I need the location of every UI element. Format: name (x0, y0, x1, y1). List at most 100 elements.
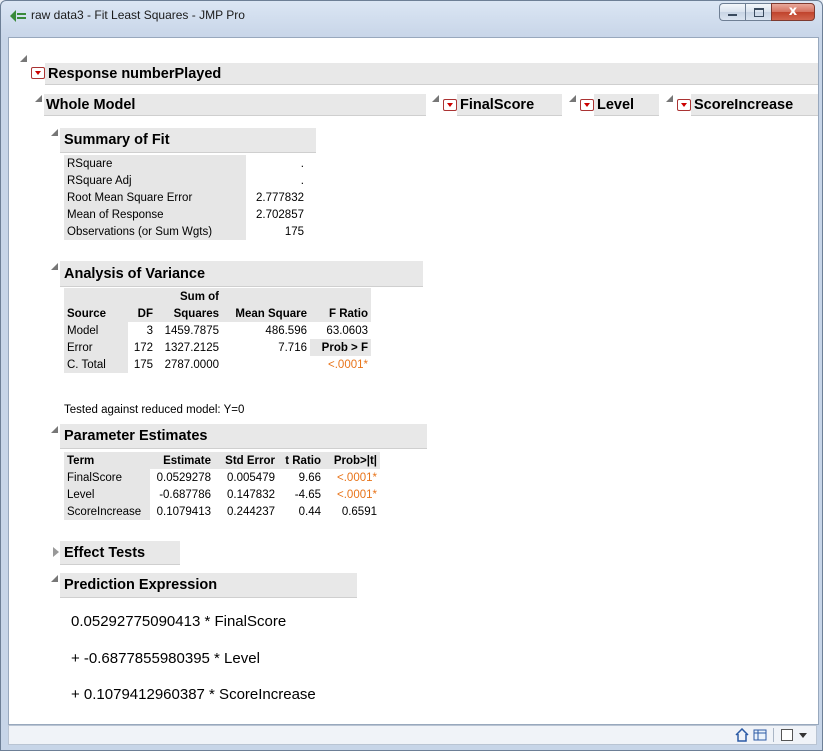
ms-cell: 486.596 (265, 324, 307, 337)
table-row: Error 172 1327.2125 7.716 Prob > F (64, 339, 371, 356)
column-header: Mean Square (235, 307, 307, 320)
close-button[interactable]: x (771, 3, 815, 21)
column-header: DF (137, 307, 153, 320)
row-label: RSquare Adj (64, 172, 246, 189)
term-cell: FinalScore (64, 469, 150, 486)
title-bar[interactable]: raw data3 - Fit Least Squares - JMP Pro … (1, 1, 822, 31)
ss-cell: 1327.2125 (164, 341, 219, 354)
row-label: Mean of Response (64, 206, 246, 223)
t-ratio-cell: -4.65 (294, 488, 321, 501)
scoreincrease-header[interactable]: ScoreIncrease (691, 94, 818, 116)
divider (773, 728, 774, 742)
row-value: 2.777832 (256, 191, 304, 204)
level-header[interactable]: Level (594, 94, 659, 116)
std-error-cell: 0.244237 (227, 505, 275, 518)
disclosure-closed-icon[interactable] (53, 547, 59, 557)
ss-cell: 1459.7875 (164, 324, 219, 337)
table-row: FinalScore 0.0529278 0.005479 9.66 <.000… (64, 469, 380, 486)
disclosure-open-icon[interactable] (51, 575, 58, 582)
table-row: Model 3 1459.7875 486.596 63.0603 (64, 322, 371, 339)
status-icons (735, 728, 808, 742)
response-header[interactable]: Response numberPlayed (45, 63, 818, 85)
prob-f-value: <.0001* (328, 358, 368, 371)
t-ratio-cell: 9.66 (298, 471, 321, 484)
prob-cell: <.0001* (337, 488, 377, 501)
ss-cell: 2787.0000 (164, 358, 219, 371)
minimize-button[interactable] (719, 3, 745, 21)
disclosure-open-icon[interactable] (51, 263, 58, 270)
disclosure-open-icon[interactable] (51, 426, 58, 433)
estimate-cell: -0.687786 (159, 488, 211, 501)
t-ratio-cell: 0.44 (298, 505, 321, 518)
disclosure-open-icon[interactable] (35, 95, 42, 102)
finalscore-title: FinalScore (460, 97, 535, 113)
row-label: Root Mean Square Error (64, 189, 246, 206)
red-triangle-menu-icon[interactable] (31, 67, 45, 79)
row-value: . (300, 174, 304, 187)
table-row: C. Total 175 2787.0000 <.0001* (64, 356, 371, 373)
estimate-cell: 0.1079413 (156, 505, 211, 518)
parameter-estimates-title: Parameter Estimates (64, 428, 208, 444)
red-triangle-menu-icon[interactable] (677, 99, 691, 111)
table-row: Mean of Response 2.702857 (64, 206, 307, 223)
effect-tests-header[interactable]: Effect Tests (60, 541, 180, 565)
column-header: Estimate (163, 454, 211, 467)
column-header: t Ratio (285, 454, 321, 467)
dropdown-arrow-icon[interactable] (798, 728, 808, 742)
scoreincrease-title: ScoreIncrease (694, 97, 794, 113)
estimate-cell: 0.0529278 (156, 471, 211, 484)
prob-f-header: Prob > F (310, 339, 371, 356)
finalscore-header[interactable]: FinalScore (457, 94, 562, 116)
ms-cell (222, 356, 310, 373)
table-row: Level -0.687786 0.147832 -4.65 <.0001* (64, 486, 380, 503)
red-triangle-menu-icon[interactable] (580, 99, 594, 111)
row-label: RSquare (64, 155, 246, 172)
disclosure-open-icon[interactable] (432, 95, 439, 102)
std-error-cell: 0.005479 (227, 471, 275, 484)
window-title: raw data3 - Fit Least Squares - JMP Pro (31, 8, 245, 22)
summary-of-fit-table: RSquare . RSquare Adj . Root Mean Square… (64, 155, 307, 240)
ms-cell: 7.716 (278, 341, 307, 354)
maximize-button[interactable] (745, 3, 771, 21)
whole-model-title: Whole Model (46, 97, 136, 113)
home-icon[interactable] (735, 728, 749, 742)
report-content: Response numberPlayed Whole Model FinalS… (8, 37, 819, 725)
column-header: Std Error (225, 454, 275, 467)
data-table-icon[interactable] (753, 728, 767, 742)
summary-of-fit-title: Summary of Fit (64, 132, 170, 148)
row-label: Observations (or Sum Wgts) (64, 223, 246, 240)
table-header-row: Term Estimate Std Error t Ratio Prob>|t| (64, 452, 380, 469)
response-title: Response numberPlayed (48, 66, 222, 82)
column-header: Squares (173, 307, 219, 320)
source-cell: C. Total (64, 356, 128, 373)
disclosure-open-icon[interactable] (20, 55, 27, 62)
anova-note: Tested against reduced model: Y=0 (64, 404, 245, 416)
status-bar (8, 725, 817, 745)
disclosure-open-icon[interactable] (569, 95, 576, 102)
prob-cell: <.0001* (337, 471, 377, 484)
table-row: Root Mean Square Error 2.777832 (64, 189, 307, 206)
disclosure-open-icon[interactable] (666, 95, 673, 102)
table-row: RSquare . (64, 155, 307, 172)
disclosure-open-icon[interactable] (51, 129, 58, 136)
checkbox-icon[interactable] (780, 728, 794, 742)
anova-header[interactable]: Analysis of Variance (60, 261, 423, 287)
app-window: raw data3 - Fit Least Squares - JMP Pro … (0, 0, 823, 751)
prediction-expression-header[interactable]: Prediction Expression (60, 573, 357, 598)
anova-title: Analysis of Variance (64, 266, 206, 282)
column-header: Prob>|t| (333, 454, 377, 467)
summary-of-fit-header[interactable]: Summary of Fit (60, 128, 316, 153)
whole-model-header[interactable]: Whole Model (44, 94, 426, 116)
row-value: 175 (284, 225, 304, 238)
column-header: F Ratio (329, 307, 368, 320)
table-row: RSquare Adj . (64, 172, 307, 189)
anova-table: Sum of Source DF Squares Mean Square F R… (64, 288, 371, 373)
source-cell: Model (64, 322, 128, 339)
source-cell: Error (64, 339, 128, 356)
column-header: Term (67, 454, 95, 467)
df-cell: 172 (133, 341, 153, 354)
row-value: 2.702857 (256, 208, 304, 221)
red-triangle-menu-icon[interactable] (443, 99, 457, 111)
maximize-icon (754, 8, 764, 17)
parameter-estimates-header[interactable]: Parameter Estimates (60, 424, 427, 449)
